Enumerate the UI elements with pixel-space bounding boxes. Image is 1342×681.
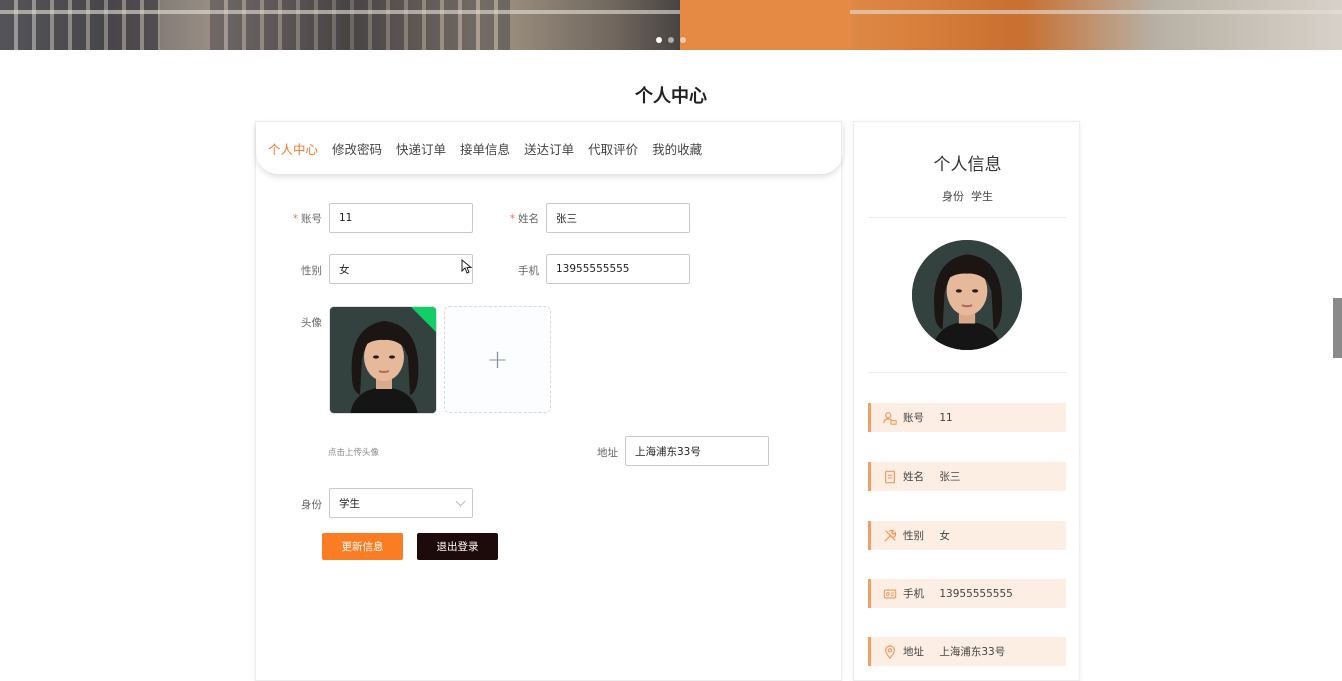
user-card-icon <box>883 411 897 425</box>
info-label: 手机 <box>903 588 924 600</box>
info-item-account: 账号 11 <box>868 403 1066 432</box>
tab-favorites[interactable]: 我的收藏 <box>652 139 702 158</box>
info-value: 11 <box>939 411 953 424</box>
tab-express-orders[interactable]: 快递订单 <box>396 139 446 158</box>
id-card-icon <box>883 589 897 598</box>
info-value: 女 <box>939 530 950 542</box>
info-item-name: 姓名 张三 <box>868 462 1066 491</box>
carousel-dot[interactable] <box>680 37 686 43</box>
divider <box>868 217 1067 218</box>
address-input[interactable]: 上海浦东33号 <box>625 436 769 466</box>
logout-button[interactable]: 退出登录 <box>417 533 498 560</box>
page-scrollbar[interactable] <box>1333 298 1342 358</box>
role-value: 学生 <box>339 497 360 510</box>
info-label: 地址 <box>903 646 924 658</box>
avatar-upload-button[interactable]: + <box>444 306 551 413</box>
role-select[interactable]: 学生 <box>329 488 473 518</box>
required-mark: * <box>292 213 298 225</box>
divider <box>868 372 1067 373</box>
avatar-preview[interactable]: ✓ <box>329 306 437 414</box>
avatar-image <box>330 307 436 413</box>
banner-image-detail <box>680 0 850 50</box>
mouse-cursor-icon <box>461 259 472 274</box>
phone-value: 13955555555 <box>556 263 630 275</box>
role-label: 身份 <box>301 499 322 511</box>
info-item-gender: 性别 女 <box>868 521 1066 550</box>
tab-delivered-orders[interactable]: 送达订单 <box>524 139 574 158</box>
info-label: 账号 <box>903 412 924 424</box>
tab-pickup-reviews[interactable]: 代取评价 <box>588 139 638 158</box>
name-value: 张三 <box>556 212 577 225</box>
banner-image-detail <box>210 0 510 50</box>
avatar <box>912 240 1022 350</box>
carousel-dot[interactable] <box>656 37 662 43</box>
tab-profile[interactable]: 个人中心 <box>268 139 318 158</box>
account-label-text: 账号 <box>301 213 322 225</box>
info-item-address: 地址 上海浦东33号 <box>868 637 1066 666</box>
side-role-label: 身份 <box>942 190 964 203</box>
gender-input[interactable]: 女 <box>329 254 473 284</box>
account-label: * 账号 <box>272 211 322 226</box>
banner-image-detail <box>0 0 160 50</box>
avatar-image <box>912 240 1022 350</box>
name-input[interactable]: 张三 <box>546 203 690 233</box>
tab-accepted-orders[interactable]: 接单信息 <box>460 139 510 158</box>
info-value: 上海浦东33号 <box>939 646 1006 658</box>
page-title: 个人中心 <box>635 86 707 107</box>
gender-label: 性别 <box>301 265 322 277</box>
info-value: 13955555555 <box>939 587 1013 600</box>
address-label: 地址 <box>597 447 618 459</box>
side-title: 个人信息 <box>933 155 1002 175</box>
profile-form-card: 个人中心 修改密码 快递订单 接单信息 送达订单 代取评价 我的收藏 * 账号 1… <box>255 121 842 681</box>
tools-icon <box>884 529 897 542</box>
update-info-button[interactable]: 更新信息 <box>322 533 403 560</box>
name-label: * 姓名 <box>489 211 539 226</box>
account-input[interactable]: 11 <box>329 203 473 233</box>
avatar-label: 头像 <box>301 317 322 329</box>
phone-label: 手机 <box>518 265 539 277</box>
chevron-down-icon <box>455 496 466 507</box>
carousel-indicators[interactable] <box>656 37 686 43</box>
info-value: 张三 <box>939 471 961 483</box>
location-icon <box>885 644 895 659</box>
carousel-dot[interactable] <box>668 37 674 43</box>
name-label-text: 姓名 <box>518 213 539 225</box>
banner-image-detail <box>0 10 1342 14</box>
avatar-upload-hint: 点击上传头像 <box>328 448 380 458</box>
profile-summary-card: 个人信息 身份 学生 账号 11 姓名 张三 性别 女 手机 139555555… <box>853 121 1080 681</box>
info-label: 姓名 <box>903 471 924 483</box>
phone-input[interactable]: 13955555555 <box>546 254 690 284</box>
document-icon <box>885 470 895 483</box>
required-mark: * <box>509 213 515 225</box>
account-value: 11 <box>339 212 353 224</box>
address-value: 上海浦东33号 <box>635 445 701 458</box>
side-role-value: 学生 <box>971 190 993 203</box>
info-label: 性别 <box>903 530 924 542</box>
banner-carousel[interactable] <box>0 0 1342 50</box>
side-role: 身份 学生 <box>854 188 1081 204</box>
tab-change-password[interactable]: 修改密码 <box>332 139 382 158</box>
gender-value: 女 <box>339 263 350 276</box>
tab-bar: 个人中心 修改密码 快递订单 接单信息 送达订单 代取评价 我的收藏 <box>256 122 843 174</box>
info-item-phone: 手机 13955555555 <box>868 579 1066 608</box>
